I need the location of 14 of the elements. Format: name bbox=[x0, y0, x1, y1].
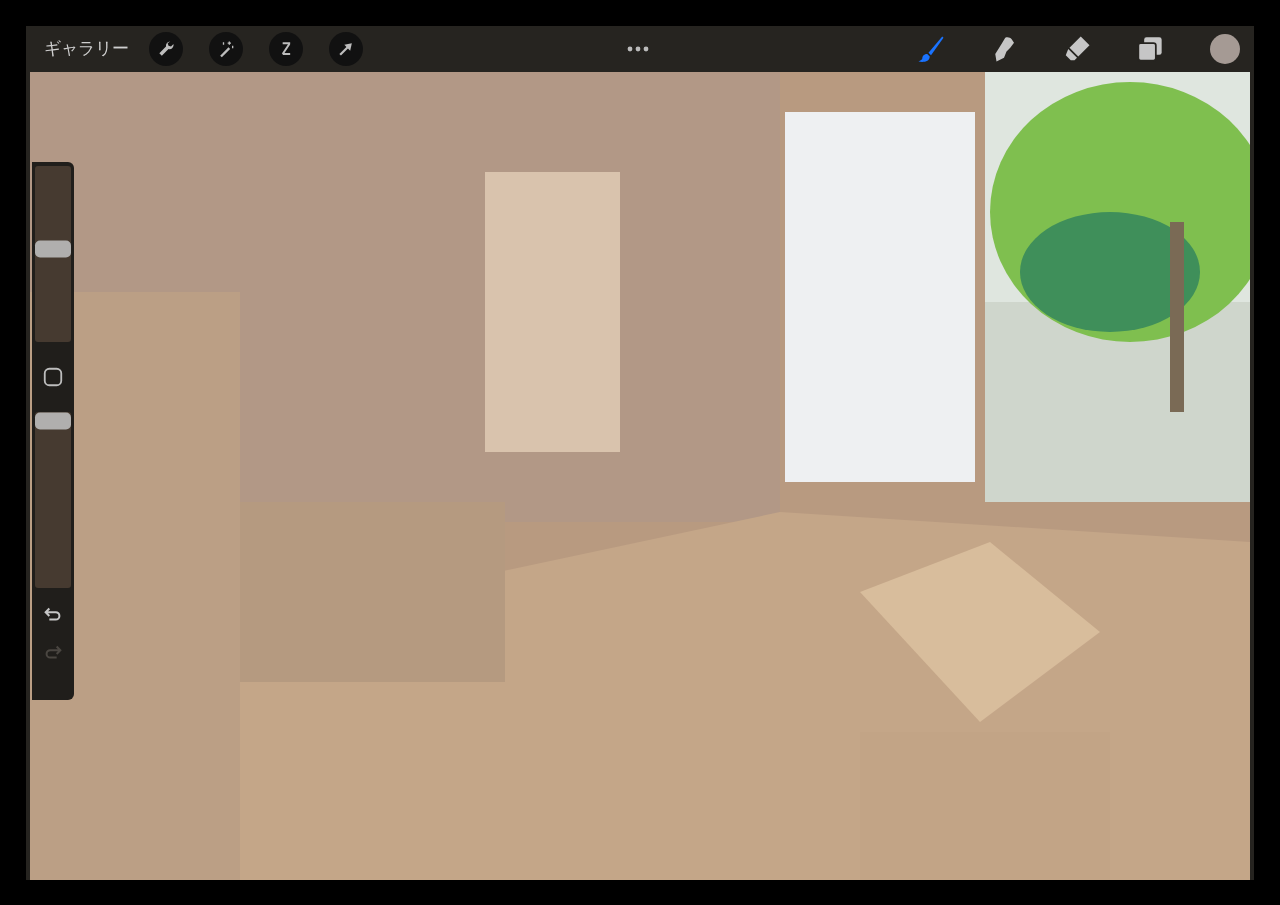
slider-thumb[interactable] bbox=[35, 412, 71, 430]
slider-thumb[interactable] bbox=[35, 240, 71, 258]
toolbar-button[interactable] bbox=[149, 32, 183, 66]
toolbar-button[interactable] bbox=[269, 32, 303, 66]
more-icon[interactable] bbox=[626, 44, 650, 53]
gallery-link[interactable]: ギャラリー bbox=[44, 36, 129, 62]
modify-button-icon[interactable] bbox=[42, 366, 64, 388]
layers-icon[interactable] bbox=[1136, 35, 1164, 63]
opacity-slider[interactable] bbox=[35, 412, 71, 588]
brush-size-slider[interactable] bbox=[35, 166, 71, 342]
toolbar-button[interactable] bbox=[329, 32, 363, 66]
toolbar-button[interactable] bbox=[209, 32, 243, 66]
color-swatch[interactable] bbox=[1210, 34, 1240, 64]
brush-icon[interactable] bbox=[916, 34, 946, 64]
